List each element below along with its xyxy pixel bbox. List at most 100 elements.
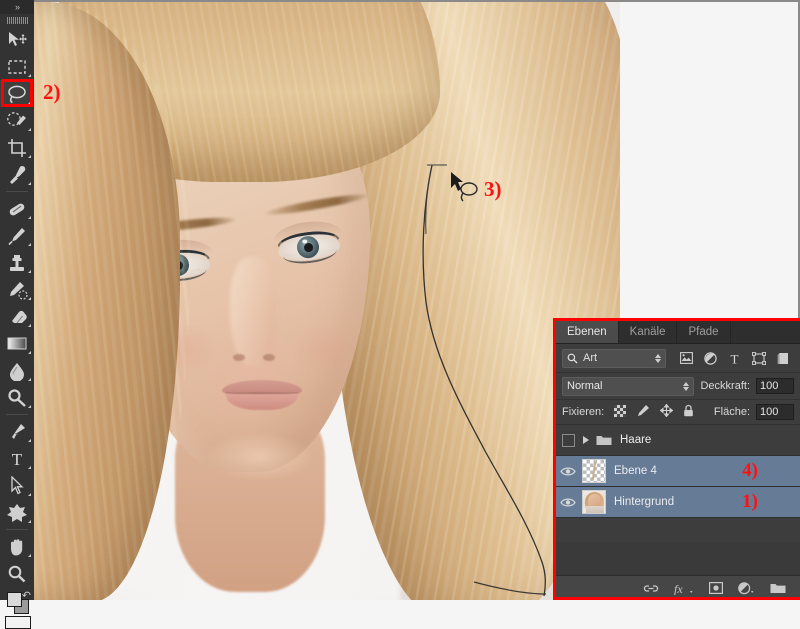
filter-kind-select[interactable]: Art: [562, 348, 666, 368]
layers-panel[interactable]: Ebenen Kanäle Pfade Art T Normal Deckkra…: [553, 318, 800, 600]
annotation-marker-4: 4): [742, 460, 758, 481]
tool-move[interactable]: [0, 26, 34, 53]
filter-smartobject-icon[interactable]: [777, 352, 790, 365]
eye-icon[interactable]: [560, 497, 576, 508]
tool-options-corner-icon: [28, 405, 31, 408]
filter-kind-label: Art: [583, 352, 598, 364]
fx-icon[interactable]: fx: [674, 582, 694, 595]
tool-options-corner-icon: [28, 270, 31, 273]
visibility-off-checkbox[interactable]: [561, 433, 575, 447]
tool-rectangular-marquee[interactable]: [0, 53, 34, 80]
lock-transparent-pixels-icon[interactable]: [614, 404, 627, 420]
tool-healing-brush[interactable]: [0, 195, 34, 222]
tool-path-selection[interactable]: [0, 472, 34, 499]
tool-options-corner-icon: [28, 466, 31, 469]
tool-quick-selection[interactable]: [0, 107, 34, 134]
tool-options-corner-icon: [28, 324, 31, 327]
link-icon[interactable]: [643, 583, 659, 594]
tool-options-corner-icon: [28, 493, 31, 496]
filter-shape-icon[interactable]: [752, 351, 766, 365]
lock-row[interactable]: Fixieren: Fläche: 100: [556, 400, 800, 425]
layer-row-hintergrund[interactable]: Hintergrund 1): [556, 487, 800, 518]
adjustment-icon[interactable]: [738, 581, 755, 595]
lock-all-icon[interactable]: [683, 404, 694, 420]
tool-clone-stamp[interactable]: [0, 249, 34, 276]
tool-eraser[interactable]: [0, 303, 34, 330]
layer-name-haare[interactable]: Haare: [620, 434, 800, 446]
tab-pfade[interactable]: Pfade: [677, 321, 731, 343]
toolbar-drag-handle[interactable]: [0, 14, 34, 26]
default-colors-icon[interactable]: [5, 616, 31, 629]
tool-lasso[interactable]: [0, 80, 34, 107]
svg-text:fx: fx: [674, 582, 683, 595]
tool-dodge[interactable]: [0, 384, 34, 411]
chevron-right-icon[interactable]: [582, 435, 591, 445]
toolbar-divider: [6, 191, 28, 192]
layer-list-empty-space: [556, 518, 800, 542]
layers-panel-footer[interactable]: fx: [556, 575, 800, 600]
filter-pixel-icon[interactable]: [680, 352, 693, 364]
layer-row-ebene-4[interactable]: Ebene 4 4): [556, 456, 800, 487]
tool-options-corner-icon: [28, 243, 31, 246]
toolbar-divider: [6, 414, 28, 415]
layer-name-ebene-4[interactable]: Ebene 4: [614, 465, 742, 477]
tool-options-corner-icon: [28, 216, 31, 219]
svg-text:T: T: [731, 352, 739, 365]
filter-adjustment-icon[interactable]: [704, 351, 717, 365]
layers-panel-body: Art T Normal Deckkraft: 100 Fixieren: Fl…: [556, 344, 800, 542]
lock-icon-group[interactable]: [614, 403, 694, 420]
image-nostril-right: [263, 354, 275, 361]
svg-text:T: T: [12, 450, 23, 468]
blend-mode-select[interactable]: Normal: [562, 376, 695, 396]
blend-mode-row[interactable]: Normal Deckkraft: 100: [556, 373, 800, 400]
search-icon: [567, 353, 578, 363]
tool-history-brush[interactable]: [0, 276, 34, 303]
tool-hand[interactable]: [0, 533, 34, 560]
image-blush-right: [290, 322, 360, 377]
layer-name-hintergrund[interactable]: Hintergrund: [614, 496, 742, 508]
folder-icon[interactable]: [770, 582, 786, 594]
annotation-marker-2: 2): [43, 80, 61, 104]
layer-thumbnail-ebene-4[interactable]: [582, 459, 606, 483]
image-lips: [222, 380, 302, 410]
tools-panel[interactable]: » T ↶: [0, 0, 34, 629]
layer-list[interactable]: Haare Ebene 4 4) Hintergrund 1): [556, 425, 800, 542]
tool-crop[interactable]: [0, 134, 34, 161]
tool-zoom[interactable]: [0, 560, 34, 587]
layer-visibility-toggle[interactable]: [556, 497, 580, 508]
tool-pen[interactable]: [0, 418, 34, 445]
tab-ebenen[interactable]: Ebenen: [556, 321, 619, 343]
opacity-value[interactable]: 100: [756, 378, 794, 394]
layer-group-folder[interactable]: [582, 434, 612, 446]
layer-visibility-toggle[interactable]: [556, 433, 580, 447]
filter-type-icons[interactable]: T: [680, 351, 790, 365]
layer-visibility-toggle[interactable]: [556, 466, 580, 477]
tool-blur[interactable]: [0, 357, 34, 384]
collapse-panel-button[interactable]: »: [0, 0, 34, 14]
layer-row-haare[interactable]: Haare: [556, 425, 800, 456]
panel-tab-filler: [731, 321, 800, 343]
mask-icon[interactable]: [709, 582, 723, 594]
tool-eyedropper[interactable]: [0, 161, 34, 188]
eye-icon[interactable]: [560, 466, 576, 477]
panel-tab-bar[interactable]: Ebenen Kanäle Pfade: [556, 321, 800, 344]
tool-options-corner-icon: [28, 554, 31, 557]
filter-type-icon[interactable]: T: [728, 352, 741, 365]
layer-thumbnail-hintergrund[interactable]: [582, 490, 606, 514]
fill-value[interactable]: 100: [756, 404, 794, 420]
portrait-image: [34, 2, 620, 600]
swap-colors-icon[interactable]: ↶: [22, 589, 31, 602]
tool-brush[interactable]: [0, 222, 34, 249]
lock-position-icon[interactable]: [659, 403, 674, 420]
tool-options-corner-icon: [28, 101, 31, 104]
color-swatches[interactable]: ↶: [0, 587, 34, 629]
tab-kanaele[interactable]: Kanäle: [619, 321, 678, 343]
tool-gradient[interactable]: [0, 330, 34, 357]
chevron-updown-icon[interactable]: [683, 381, 690, 391]
lock-image-pixels-icon[interactable]: [636, 404, 650, 420]
chevron-updown-icon[interactable]: [655, 353, 661, 363]
layer-filter-row[interactable]: Art T: [556, 344, 800, 373]
tool-type[interactable]: T: [0, 445, 34, 472]
image-chin: [205, 432, 315, 482]
tool-custom-shape[interactable]: [0, 499, 34, 526]
